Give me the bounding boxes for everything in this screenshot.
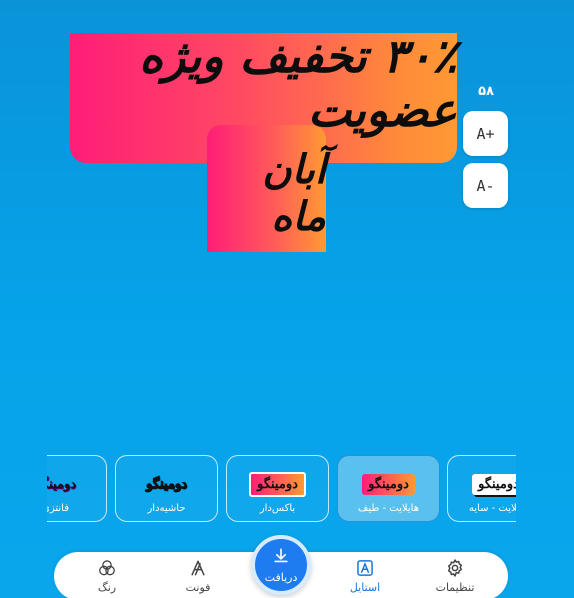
style-card-boxed[interactable]: دومینگو باکس‌دار [226, 455, 329, 522]
nav-settings[interactable]: تنظیمات [420, 558, 490, 596]
download-label: دریافت [264, 571, 298, 584]
color-circles-icon [97, 558, 117, 578]
style-picker[interactable]: دومینگو هایلایت - سایه دومینگو هایلایت -… [47, 454, 516, 524]
banner-line-2-text: آبان ماه [262, 145, 326, 240]
style-preview: دومینگو [146, 476, 188, 492]
nav-settings-label: تنظیمات [435, 581, 475, 594]
gear-icon [445, 558, 465, 578]
nav-color[interactable]: رنگ [72, 558, 142, 596]
nav-style[interactable]: استایل [330, 558, 400, 596]
editor-canvas[interactable]: ۳۰٪ تخفیف ویژه عضویت آبان ماه ۵۸ A+ A- د… [0, 0, 574, 598]
style-label: حاشیه‌دار [147, 503, 186, 514]
style-card-fancy[interactable]: دومینگو فانتزی [47, 455, 107, 522]
style-card-highlight-gradient[interactable]: دومینگو هایلایت - طیف [337, 455, 440, 522]
font-size-value: ۵۸ [478, 84, 494, 99]
style-label: هایلایت - سایه [468, 503, 516, 514]
style-card-outlined[interactable]: دومینگو حاشیه‌دار [115, 455, 218, 522]
text-style-icon [355, 558, 375, 578]
style-label: فانتزی [47, 503, 69, 514]
font-icon [188, 558, 208, 578]
download-icon [271, 546, 291, 570]
nav-style-label: استایل [349, 581, 381, 594]
style-label: باکس‌دار [259, 503, 296, 514]
style-preview: دومینگو [47, 476, 76, 492]
banner-line-1-text: ۳۰٪ تخفیف ویژه عضویت [139, 29, 457, 137]
nav-color-label: رنگ [97, 581, 117, 594]
font-size-decrease-button[interactable]: A- [463, 163, 508, 208]
style-preview: دومینگو [338, 472, 439, 496]
nav-font[interactable]: فونت [163, 558, 233, 596]
banner-line-2[interactable]: آبان ماه [207, 125, 326, 252]
download-button[interactable]: دریافت [251, 535, 311, 595]
style-preview: دومینگو [448, 472, 516, 496]
font-size-increase-button[interactable]: A+ [463, 111, 508, 156]
style-card-highlight-shadow[interactable]: دومینگو هایلایت - سایه [447, 455, 516, 522]
style-label: هایلایت - طیف [358, 503, 419, 514]
nav-font-label: فونت [185, 581, 211, 594]
style-preview: دومینگو [227, 471, 328, 497]
